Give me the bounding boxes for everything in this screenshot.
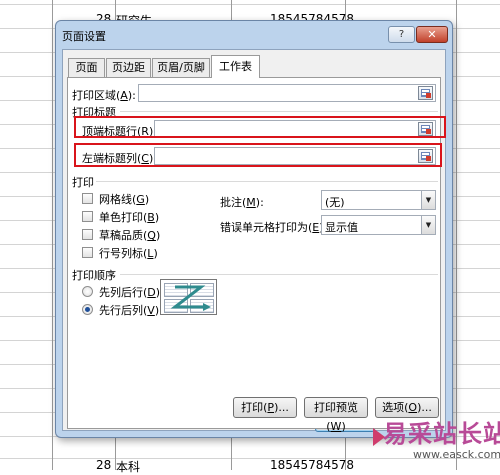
print-area-label: 打印区域(A):: [72, 89, 136, 102]
highlight-rows-to-repeat: [74, 116, 446, 138]
section-divider: [120, 111, 438, 112]
dialog-titlebar[interactable]: 页面设置 ? ✕: [56, 21, 452, 47]
draft-quality-label[interactable]: 草稿品质(Q): [99, 227, 160, 243]
gridlines-key: G: [136, 193, 145, 206]
print-button-text: 打印: [241, 401, 264, 414]
row-gridline: [0, 4, 500, 5]
highlight-cols-to-repeat: [74, 143, 442, 167]
cell-degree[interactable]: 本科: [116, 458, 140, 475]
comments-value: (无): [325, 196, 345, 209]
black-white-key: B: [147, 211, 155, 224]
row-col-headings-checkbox[interactable]: [82, 247, 93, 258]
print-preview-button[interactable]: 打印预览(W): [304, 397, 368, 433]
print-area-key: A: [120, 89, 128, 102]
down-then-over-key: D: [147, 286, 156, 299]
close-button[interactable]: ✕: [416, 26, 448, 43]
comments-select[interactable]: (无) ▼: [321, 190, 436, 210]
print-button[interactable]: 打印(P)...: [233, 397, 297, 418]
down-then-over-radio[interactable]: [82, 286, 93, 297]
chevron-down-icon[interactable]: ▼: [421, 216, 435, 234]
down-then-over-label[interactable]: 先列后行(D): [99, 284, 160, 300]
comments-key: M: [246, 196, 256, 209]
watermark-url: www.easck.com: [413, 448, 500, 461]
over-then-down-key: V: [147, 304, 155, 317]
column-gridline: [52, 0, 53, 470]
print-area-label-text: 打印区域: [72, 89, 116, 102]
print-button-key: P: [267, 401, 275, 414]
cell-errors-label-text: 错误单元格打印为: [220, 221, 308, 234]
print-button-suffix: ...: [278, 401, 289, 414]
print-area-input[interactable]: [138, 84, 436, 102]
draft-quality-checkbox[interactable]: [82, 229, 93, 240]
print-section-label: 打印: [72, 176, 94, 189]
watermark-text: 易采站长站: [383, 420, 500, 448]
row-col-headings-key: L: [147, 247, 154, 260]
draft-quality-label-text: 草稿品质: [99, 229, 143, 242]
over-then-down-radio[interactable]: [82, 304, 93, 315]
black-white-checkbox[interactable]: [82, 211, 93, 222]
print-preview-button-key: W: [330, 420, 342, 433]
page-order-section-label: 打印顺序: [72, 269, 116, 282]
range-picker-icon[interactable]: [418, 86, 433, 100]
over-then-down-label[interactable]: 先行后列(V): [99, 302, 159, 318]
draft-quality-key: Q: [147, 229, 156, 242]
section-divider: [96, 181, 438, 182]
cell-errors-select[interactable]: 显示值 ▼: [321, 215, 436, 235]
black-white-label-text: 单色打印: [99, 211, 143, 224]
tab-margins[interactable]: 页边距: [106, 58, 151, 77]
page-order-preview: [160, 279, 217, 315]
help-button[interactable]: ?: [388, 26, 415, 43]
dialog-title: 页面设置: [62, 30, 106, 43]
watermark-logo: 易采站长站 www.easck.com: [373, 402, 500, 470]
tab-page[interactable]: 页面: [68, 58, 105, 77]
gridlines-checkbox[interactable]: [82, 193, 93, 204]
page-setup-dialog: 页面设置 ? ✕ 页面 页边距 页眉/页脚 工作表 打印区域(A): 打印标题 …: [55, 20, 453, 438]
cell-errors-label: 错误单元格打印为(E):: [220, 221, 327, 234]
row-col-headings-label-text: 行号列标: [99, 247, 143, 260]
dialog-client-area: 页面 页边距 页眉/页脚 工作表 打印区域(A): 打印标题 顶端标题行(R):…: [62, 49, 446, 433]
gridlines-label-text: 网格线: [99, 193, 132, 206]
z-order-arrow-icon: [170, 285, 211, 311]
section-divider: [120, 274, 438, 275]
comments-label-text: 批注: [220, 196, 242, 209]
cell-errors-key: E: [312, 221, 320, 234]
down-then-over-label-text: 先列后行: [99, 286, 143, 299]
cell-errors-value: 显示值: [325, 221, 358, 234]
row-col-headings-label[interactable]: 行号列标(L): [99, 245, 158, 261]
print-preview-button-text: 打印预览: [314, 401, 358, 414]
gridlines-label[interactable]: 网格线(G): [99, 191, 149, 207]
tab-header-footer[interactable]: 页眉/页脚: [152, 58, 210, 77]
black-white-label[interactable]: 单色打印(B): [99, 209, 159, 225]
tab-sheet[interactable]: 工作表: [211, 55, 260, 78]
comments-label: 批注(M):: [220, 196, 264, 209]
column-gridline: [456, 0, 457, 470]
chevron-down-icon[interactable]: ▼: [421, 191, 435, 209]
over-then-down-label-text: 先行后列: [99, 304, 143, 317]
